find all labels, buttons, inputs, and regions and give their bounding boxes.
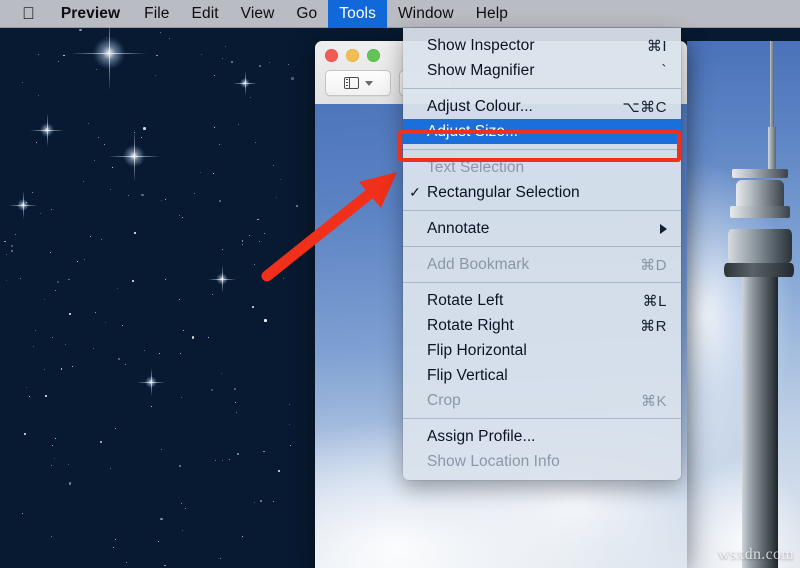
tower-shaft — [742, 277, 778, 568]
menu-item-label: Rectangular Selection — [427, 183, 580, 201]
menu-separator — [403, 149, 681, 150]
menu-item-label: Crop — [427, 391, 461, 409]
menu-item-shortcut: ⌘I — [646, 37, 667, 55]
tower-ring-1 — [732, 169, 788, 178]
menu-item-label: Add Bookmark — [427, 255, 530, 273]
menu-item-show-location-info: Show Location Info — [403, 449, 681, 474]
menu-separator — [403, 246, 681, 247]
tower-ring-2 — [736, 180, 784, 206]
menu-item-annotate[interactable]: Annotate — [403, 216, 681, 241]
menu-item-adjust-size[interactable]: Adjust Size... — [403, 119, 681, 144]
menu-item-label: Adjust Colour... — [427, 97, 533, 115]
apple-menu-icon[interactable]:  — [0, 0, 48, 28]
screen:  Preview File Edit View Go Tools Window… — [0, 0, 800, 568]
menu-separator — [403, 88, 681, 89]
menu-item-flip-horizontal[interactable]: Flip Horizontal — [403, 338, 681, 363]
minimize-button-icon[interactable] — [346, 49, 359, 62]
sidebar-view-button[interactable] — [325, 70, 391, 96]
tower-ring-3 — [730, 206, 790, 218]
watermark: wsxdn.com — [717, 546, 794, 563]
macos-menubar[interactable]:  Preview File Edit View Go Tools Window… — [0, 0, 800, 28]
zoom-button-icon[interactable] — [367, 49, 380, 62]
menu-item-assign-profile[interactable]: Assign Profile... — [403, 424, 681, 449]
photo-right-region — [687, 41, 800, 568]
menu-item-show-inspector[interactable]: Show Inspector ⌘I — [403, 33, 681, 58]
menu-item-label: Assign Profile... — [427, 427, 536, 445]
menu-item-label: Flip Horizontal — [427, 341, 527, 359]
tower-observation-pod — [728, 229, 792, 263]
menubar-item-go[interactable]: Go — [285, 0, 328, 28]
tower-mast-lower — [768, 127, 776, 173]
menu-item-label: Rotate Right — [427, 316, 514, 334]
tools-dropdown-menu[interactable]: Show Inspector ⌘I Show Magnifier ` Adjust Co… — [403, 28, 681, 480]
menubar-item-view[interactable]: View — [230, 0, 286, 28]
traffic-light-group — [325, 49, 380, 62]
menu-item-flip-vertical[interactable]: Flip Vertical — [403, 363, 681, 388]
menu-item-crop: Crop ⌘K — [403, 388, 681, 413]
menu-item-label: Show Magnifier — [427, 61, 535, 79]
close-button-icon[interactable] — [325, 49, 338, 62]
menu-item-label: Annotate — [427, 219, 490, 237]
menu-item-shortcut: ⌥⌘C — [622, 98, 667, 116]
menubar-item-window[interactable]: Window — [387, 0, 465, 28]
menu-separator — [403, 418, 681, 419]
menu-item-shortcut: ` — [661, 62, 667, 79]
menu-separator — [403, 282, 681, 283]
menu-item-shortcut: ⌘D — [640, 256, 667, 274]
sky-tower-illustration — [720, 41, 794, 568]
menu-item-label: Rotate Left — [427, 291, 504, 309]
menubar-item-preview[interactable]: Preview — [48, 0, 133, 28]
tower-observation-deck — [724, 263, 794, 277]
menu-item-shortcut: ⌘R — [640, 317, 667, 335]
menubar-item-edit[interactable]: Edit — [181, 0, 230, 28]
menu-item-rotate-left[interactable]: Rotate Left ⌘L — [403, 288, 681, 313]
menu-item-add-bookmark: Add Bookmark ⌘D — [403, 252, 681, 277]
menu-item-label: Flip Vertical — [427, 366, 508, 384]
menu-item-label: Show Inspector — [427, 36, 535, 54]
menubar-item-file[interactable]: File — [133, 0, 180, 28]
menu-item-text-selection: Text Selection — [403, 155, 681, 180]
menubar-item-tools[interactable]: Tools — [328, 0, 387, 28]
submenu-arrow-icon — [660, 223, 667, 234]
menu-item-shortcut: ⌘K — [640, 392, 667, 410]
menu-item-label: Adjust Size... — [427, 122, 519, 140]
menu-item-label: Show Location Info — [427, 452, 560, 470]
menu-item-rectangular-selection[interactable]: ✓ Rectangular Selection — [403, 180, 681, 205]
menu-separator — [403, 210, 681, 211]
menu-item-shortcut: ⌘L — [642, 292, 667, 310]
chevron-down-icon — [364, 80, 373, 86]
menu-item-show-magnifier[interactable]: Show Magnifier ` — [403, 58, 681, 83]
apple-logo-glyph:  — [22, 5, 35, 22]
menu-item-label: Text Selection — [427, 158, 525, 176]
menu-item-adjust-colour[interactable]: Adjust Colour... ⌥⌘C — [403, 94, 681, 119]
menu-item-rotate-right[interactable]: Rotate Right ⌘R — [403, 313, 681, 338]
sidebar-icon — [343, 76, 359, 90]
menubar-item-help[interactable]: Help — [465, 0, 519, 28]
checkmark-icon: ✓ — [409, 184, 421, 200]
